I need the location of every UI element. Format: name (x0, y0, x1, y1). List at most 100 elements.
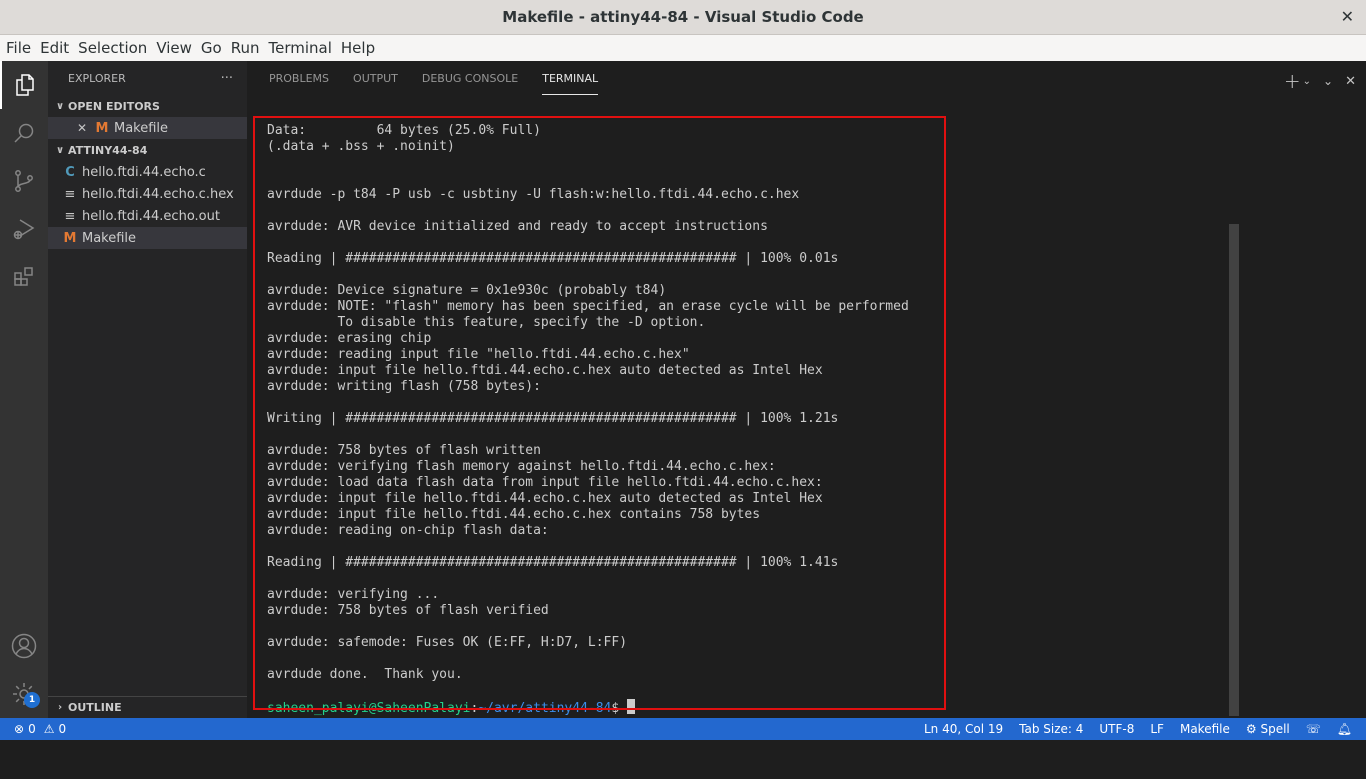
tab-problems[interactable]: PROBLEMS (269, 61, 329, 96)
chevron-down-icon: ∨ (55, 100, 65, 112)
terminal-line: avrdude: input file hello.ftdi.44.echo.c… (267, 507, 761, 522)
run-debug-icon (13, 219, 35, 240)
new-terminal-button[interactable]: + (1284, 69, 1301, 93)
panel-actions: + ⌄ ⌄ ✕ (1284, 69, 1356, 93)
folder-section[interactable]: ∨ ATTINY44-84 (48, 139, 247, 161)
search-icon (14, 123, 34, 143)
open-editors-label: OPEN EDITORS (68, 99, 160, 113)
open-editor-makefile[interactable]: ✕ M Makefile (48, 117, 247, 139)
menu-go[interactable]: Go (197, 39, 226, 57)
explorer-sidebar: EXPLORER ··· ∨ OPEN EDITORS ✕ M Makefile… (48, 61, 247, 718)
terminal-line: avrdude: 758 bytes of flash written (267, 443, 541, 458)
source-control-icon (15, 170, 33, 192)
terminal-line: avrdude: safemode: Fuses OK (E:FF, H:D7,… (267, 635, 628, 650)
terminal-line: Reading | ##############################… (267, 251, 839, 266)
menu-selection[interactable]: Selection (74, 39, 151, 57)
menu-edit[interactable]: Edit (36, 39, 73, 57)
terminal-panel: PROBLEMS OUTPUT DEBUG CONSOLE TERMINAL +… (247, 61, 1366, 718)
files-icon (16, 74, 34, 96)
tab-output[interactable]: OUTPUT (353, 61, 398, 96)
chevron-right-icon: › (57, 702, 63, 713)
problems-status[interactable]: ⊗ 0 ⚠ 0 (0, 722, 66, 736)
end-of-line[interactable]: LF (1150, 722, 1164, 736)
file-item[interactable]: ≡ hello.ftdi.44.echo.c.hex (48, 183, 247, 205)
feedback-icon[interactable]: ☏ (1306, 722, 1321, 736)
window-close-button[interactable]: ✕ (1341, 7, 1354, 26)
spell-status[interactable]: ⚙ Spell (1246, 722, 1290, 736)
extensions-icon (14, 267, 33, 286)
launch-profile-dropdown[interactable]: ⌄ (1303, 76, 1311, 87)
terminal-output[interactable]: Data: 64 bytes (25.0% Full) (.data + .bss… (267, 123, 909, 717)
tab-size[interactable]: Tab Size: 4 (1019, 722, 1083, 736)
menu-bar: File Edit Selection View Go Run Terminal… (0, 35, 1366, 61)
prompt-char: $ (611, 701, 628, 716)
terminal-line: Data: 64 bytes (25.0% Full) (267, 123, 541, 138)
file-name: Makefile (82, 230, 137, 246)
terminal-line: avrdude: verifying ... (267, 587, 440, 602)
activity-extensions[interactable] (0, 253, 48, 301)
menu-run[interactable]: Run (227, 39, 264, 57)
terminal-line: (.data + .bss + .noinit) (267, 139, 455, 154)
makefile-icon: M (63, 230, 77, 246)
terminal-line: avrdude: verifying flash memory against … (267, 459, 776, 474)
notifications-bell-icon[interactable]: 🔔︎ (1337, 722, 1352, 736)
terminal-line: avrdude: AVR device initialized and read… (267, 219, 768, 234)
file-item[interactable]: C hello.ftdi.44.echo.c (48, 161, 247, 183)
makefile-icon: M (95, 120, 109, 136)
close-panel-button[interactable]: ✕ (1345, 74, 1356, 89)
terminal-line: avrdude: load data flash data from input… (267, 475, 823, 490)
terminal-scrollbar[interactable] (1229, 224, 1239, 716)
language-mode[interactable]: Makefile (1180, 722, 1230, 736)
close-icon[interactable]: ✕ (74, 121, 90, 135)
window-title: Makefile - attiny44-84 - Visual Studio C… (502, 8, 864, 26)
file-item[interactable]: ≡ hello.ftdi.44.echo.out (48, 205, 247, 227)
c-file-icon: C (65, 164, 75, 180)
outline-label: OUTLINE (68, 701, 122, 714)
menu-help[interactable]: Help (337, 39, 379, 57)
warning-icon: ⚠ (43, 722, 55, 736)
open-editors-section[interactable]: ∨ OPEN EDITORS (48, 95, 247, 117)
terminal-line: avrdude -p t84 -P usb -c usbtiny -U flas… (267, 187, 800, 202)
tab-terminal[interactable]: TERMINAL (542, 61, 598, 96)
terminal-prompt: saheen_palayi@SaheenPalayi:~/avr/attiny4… (267, 699, 909, 717)
activity-search[interactable] (0, 109, 48, 157)
file-name: hello.ftdi.44.echo.c.hex (82, 186, 234, 202)
activity-explorer[interactable] (0, 61, 48, 109)
explorer-header: EXPLORER ··· (48, 61, 247, 95)
activity-accounts[interactable] (0, 622, 48, 670)
tab-debug-console[interactable]: DEBUG CONSOLE (422, 61, 518, 96)
explorer-more-button[interactable]: ··· (221, 71, 233, 86)
chevron-down-icon: ∨ (55, 144, 65, 156)
activity-manage[interactable]: 1 (0, 670, 48, 718)
terminal-line: avrdude done. Thank you. (267, 667, 463, 682)
encoding[interactable]: UTF-8 (1099, 722, 1134, 736)
file-item[interactable]: M Makefile (48, 227, 247, 249)
file-name: hello.ftdi.44.echo.c (82, 164, 206, 180)
file-name: hello.ftdi.44.echo.out (82, 208, 220, 224)
terminal-line: avrdude: reading input file "hello.ftdi.… (267, 347, 690, 362)
error-count: 0 (28, 722, 36, 736)
activity-run-debug[interactable] (0, 205, 48, 253)
text-file-icon: ≡ (64, 208, 76, 224)
menu-view[interactable]: View (152, 39, 196, 57)
terminal-line: avrdude: writing flash (758 bytes): (267, 379, 541, 394)
title-bar: Makefile - attiny44-84 - Visual Studio C… (0, 0, 1366, 35)
panel-tabs: PROBLEMS OUTPUT DEBUG CONSOLE TERMINAL (247, 61, 622, 96)
prompt-user: saheen_palayi@SaheenPalayi (267, 701, 471, 716)
outline-section[interactable]: › OUTLINE (48, 696, 247, 718)
menu-file[interactable]: File (2, 39, 35, 57)
spell-label: Spell (1260, 722, 1290, 736)
maximize-panel-button[interactable]: ⌄ (1323, 74, 1333, 88)
menu-terminal[interactable]: Terminal (265, 39, 336, 57)
terminal-line: avrdude: 758 bytes of flash verified (267, 603, 549, 618)
terminal-cursor (627, 699, 636, 714)
cursor-position[interactable]: Ln 40, Col 19 (924, 722, 1003, 736)
text-file-icon: ≡ (64, 186, 76, 202)
activity-source-control[interactable] (0, 157, 48, 205)
